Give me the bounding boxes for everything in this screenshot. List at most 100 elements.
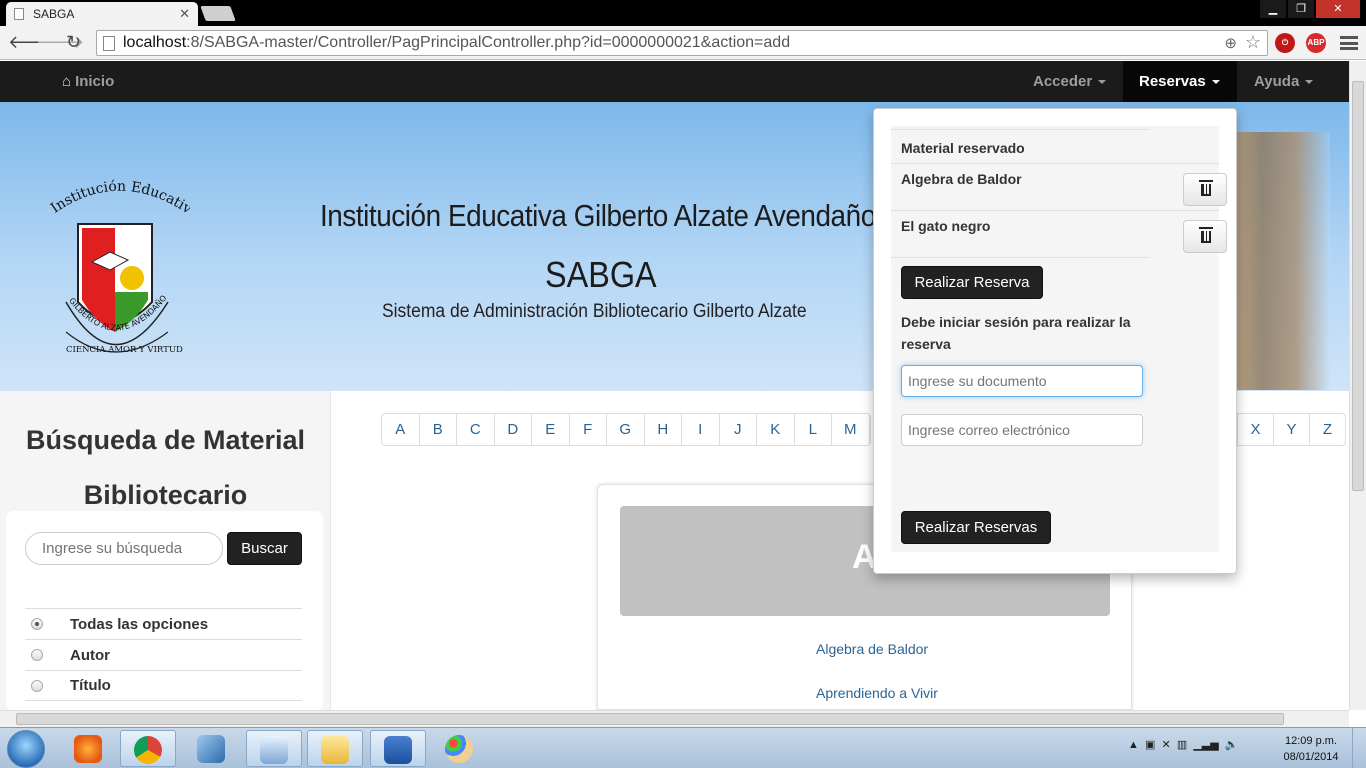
letter-link[interactable]: K — [757, 414, 795, 445]
address-bar[interactable]: localhost:8/SABGA-master/Controller/PagP… — [96, 30, 1268, 56]
divider — [891, 129, 1149, 130]
word-taskbar-button[interactable] — [370, 730, 426, 767]
minimize-icon[interactable]: ▁ — [1260, 0, 1286, 18]
letter-link[interactable]: G — [607, 414, 645, 445]
extension-power-icon[interactable]: ⏻ — [1275, 33, 1295, 53]
document-field[interactable] — [901, 365, 1143, 397]
trash-icon — [1199, 227, 1213, 243]
reserved-item-title: Algebra de Baldor — [901, 171, 1022, 187]
caret-down-icon — [1211, 80, 1220, 85]
clock-time: 12:09 p.m. — [1285, 735, 1337, 747]
show-desktop-button[interactable] — [1352, 728, 1366, 768]
search-button[interactable]: Buscar — [227, 532, 302, 565]
delete-button[interactable] — [1183, 220, 1227, 253]
browser-menu-icon[interactable] — [1340, 36, 1358, 50]
clock-date: 08/01/2014 — [1283, 751, 1339, 763]
svg-text:Institución Educativa: Institución Educativa — [40, 172, 190, 217]
paint-icon — [445, 735, 473, 763]
nav-reservas[interactable]: Reservas — [1123, 61, 1237, 102]
letter-link[interactable]: M — [832, 414, 870, 445]
option-titulo[interactable]: Título — [25, 670, 302, 701]
school-seal-logo: Institución Educativa GILBERTO ALZATE AV… — [40, 172, 190, 355]
adblock-icon[interactable]: ABP — [1306, 33, 1326, 53]
letter-link[interactable]: B — [420, 414, 457, 445]
radio-selected-icon[interactable] — [31, 618, 43, 630]
url-host: localhost — [123, 34, 187, 51]
page-icon — [14, 8, 24, 20]
scroll-thumb[interactable] — [1352, 81, 1364, 491]
letter-link[interactable]: F — [570, 414, 607, 445]
virtualbox-taskbar-button[interactable] — [184, 730, 240, 767]
option-autor[interactable]: Autor — [25, 639, 302, 670]
delete-button[interactable] — [1183, 173, 1227, 206]
letter-link[interactable]: H — [645, 414, 682, 445]
email-field[interactable] — [901, 414, 1143, 446]
new-tab-button[interactable] — [200, 6, 236, 21]
search-input[interactable] — [25, 532, 223, 565]
zoom-icon[interactable]: ⊕ — [1224, 34, 1237, 52]
browser-tab[interactable]: SABGA ✕ — [6, 2, 198, 26]
bookmark-star-icon[interactable]: ☆ — [1245, 32, 1261, 53]
radio-icon[interactable] — [31, 649, 43, 661]
book-link[interactable]: Aprendiendo a Vivir — [816, 685, 938, 701]
chrome-icon — [134, 736, 162, 764]
option-label: Todas las opciones — [70, 615, 209, 633]
book-link[interactable]: Algebra de Baldor — [816, 641, 928, 657]
scroll-thumb[interactable] — [16, 713, 1284, 725]
letter-link[interactable]: I — [682, 414, 720, 445]
letter-link[interactable]: E — [532, 414, 570, 445]
folder-icon — [321, 736, 349, 764]
search-sidebar: Búsqueda de Material Bibliotecario Busca… — [0, 391, 331, 711]
nav-home-label: Inicio — [75, 73, 115, 90]
page-icon — [103, 35, 115, 51]
radio-icon[interactable] — [31, 679, 43, 692]
letter-link[interactable]: L — [795, 414, 832, 445]
window-controls: ▁ ❐ ✕ — [1260, 0, 1360, 18]
paint-taskbar-button[interactable] — [432, 730, 488, 767]
chrome-taskbar-button[interactable] — [120, 730, 176, 767]
letter-link[interactable]: X — [1237, 414, 1273, 445]
letter-link[interactable]: Y — [1273, 414, 1309, 445]
letter-link[interactable]: A — [382, 414, 420, 445]
explorer-taskbar-button[interactable] — [307, 730, 363, 767]
tab-close-icon[interactable]: ✕ — [179, 6, 190, 22]
caret-down-icon — [1305, 80, 1314, 85]
system-clock[interactable]: 12:09 p.m. 08/01/2014 — [1278, 733, 1344, 765]
letter-link[interactable]: C — [457, 414, 495, 445]
horizontal-scrollbar[interactable] — [0, 710, 1349, 727]
letter-link[interactable]: Z — [1309, 414, 1345, 445]
nav-acceder[interactable]: Acceder — [1033, 73, 1107, 90]
system-tray[interactable]: ▲ ▣ ✕ ▥ ▁▃▅ 🔈 — [1128, 738, 1239, 751]
window-close-icon[interactable]: ✕ — [1316, 0, 1360, 18]
firefox-icon — [74, 735, 102, 763]
nav-acceder-label: Acceder — [1033, 73, 1093, 90]
window-icon — [260, 736, 288, 764]
option-label: Título — [70, 677, 111, 694]
reload-icon[interactable]: ↻ — [66, 32, 81, 53]
screenshot-taskbar-button[interactable] — [246, 730, 302, 767]
realizar-reserva-button[interactable]: Realizar Reserva — [901, 266, 1043, 299]
search-panel: Buscar Todas las opciones Autor Título — [6, 511, 323, 711]
url-path: :8/SABGA-master/Controller/PagPrincipalC… — [186, 34, 791, 51]
firefox-taskbar-button[interactable] — [61, 730, 117, 767]
realizar-reservas-button[interactable]: Realizar Reservas — [901, 511, 1051, 544]
caret-down-icon — [1098, 80, 1107, 85]
browser-title-bar: SABGA ✕ ▁ ❐ ✕ — [0, 0, 1366, 26]
trash-icon — [1199, 180, 1213, 196]
nav-reservas-label: Reservas — [1139, 73, 1206, 90]
home-icon: ⌂ — [62, 73, 72, 90]
restore-icon[interactable]: ❐ — [1288, 0, 1314, 18]
sidebar-title: Búsqueda de Material Bibliotecario — [25, 425, 306, 510]
word-icon — [384, 736, 412, 764]
vertical-scrollbar[interactable] — [1349, 61, 1366, 710]
nav-home-link[interactable]: ⌂ Inicio — [62, 73, 114, 90]
nav-ayuda-label: Ayuda — [1254, 73, 1300, 90]
start-button[interactable] — [7, 730, 45, 768]
browser-toolbar: 🡐 🡒 ↻ localhost:8/SABGA-master/Controlle… — [0, 26, 1366, 60]
nav-ayuda[interactable]: Ayuda — [1254, 73, 1314, 90]
letter-link[interactable]: J — [720, 414, 757, 445]
letter-link[interactable]: D — [495, 414, 532, 445]
option-todas[interactable]: Todas las opciones — [25, 608, 302, 639]
option-label: Autor — [70, 646, 110, 664]
svg-text:CIENCIA AMOR Y VIRTUD: CIENCIA AMOR Y VIRTUD — [66, 345, 183, 355]
